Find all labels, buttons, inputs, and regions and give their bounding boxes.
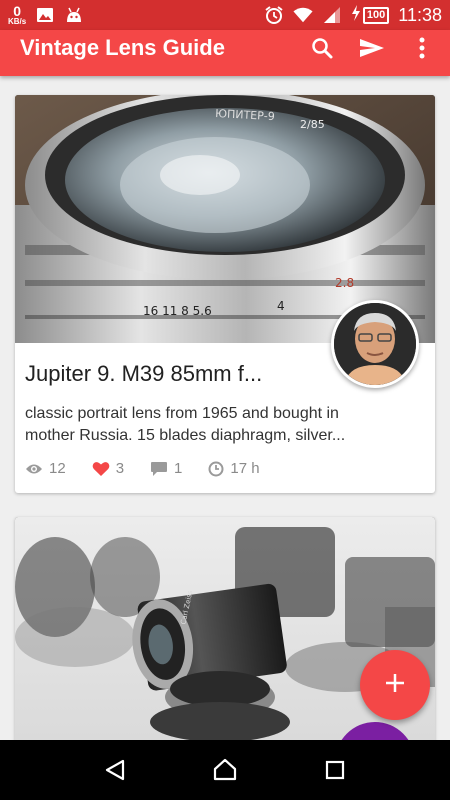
post-description-line: classic portrait lens from 1965 and boug… bbox=[25, 405, 339, 422]
search-icon[interactable] bbox=[308, 34, 336, 62]
app-bar: Vintage Lens Guide bbox=[0, 30, 450, 76]
home-icon[interactable] bbox=[205, 750, 245, 790]
post-title[interactable]: Jupiter 9. M39 85mm f... bbox=[25, 361, 325, 387]
status-left: 0 KB/s bbox=[8, 4, 84, 26]
views-stat: 12 bbox=[25, 460, 66, 477]
app-title: Vintage Lens Guide bbox=[20, 35, 225, 60]
network-speed: 0 KB/s bbox=[8, 4, 26, 26]
send-icon[interactable] bbox=[358, 34, 386, 62]
screen: 0 KB/s 100 11:38 Vintage Lens Guide ЮПИТ… bbox=[0, 0, 450, 800]
post-description: classic portrait lens from 1965 and boug… bbox=[25, 403, 427, 447]
status-bar: 0 KB/s 100 11:38 bbox=[0, 0, 450, 30]
charging-icon bbox=[351, 4, 361, 26]
eye-icon bbox=[25, 463, 43, 475]
likes-count: 3 bbox=[115, 460, 125, 477]
views-count: 12 bbox=[49, 460, 66, 477]
post-description-line: mother Russia. 15 blades diaphragm, silv… bbox=[25, 427, 346, 444]
clock-icon bbox=[208, 461, 224, 477]
likes-stat[interactable]: 3 bbox=[92, 460, 124, 477]
system-nav-bar bbox=[0, 740, 450, 800]
image-icon bbox=[35, 5, 55, 25]
post-stats: 12 3 1 17 h bbox=[25, 460, 286, 477]
battery-indicator: 100 bbox=[351, 4, 390, 26]
heart-icon[interactable] bbox=[92, 461, 110, 477]
comments-stat[interactable]: 1 bbox=[150, 460, 182, 477]
post-age: 17 h bbox=[230, 460, 260, 477]
wifi-icon bbox=[293, 5, 313, 25]
net-speed-value: 0 bbox=[13, 3, 22, 19]
lens-engraving-four: 4 bbox=[277, 299, 285, 313]
lens-engraving-twoeight: 2.8 bbox=[335, 276, 354, 290]
comment-icon[interactable] bbox=[150, 461, 168, 477]
signal-icon bbox=[322, 5, 342, 25]
author-avatar[interactable] bbox=[331, 300, 419, 388]
status-right: 100 11:38 bbox=[264, 4, 442, 26]
post-card[interactable]: ЮПИТЕР-9 2/85 16 11 8 5.6 4 2.8 Jupiter … bbox=[15, 95, 435, 493]
more-vert-icon[interactable] bbox=[408, 34, 436, 62]
clock: 11:38 bbox=[398, 4, 442, 25]
android-icon bbox=[64, 5, 84, 25]
recents-icon[interactable] bbox=[315, 750, 355, 790]
back-icon[interactable] bbox=[95, 750, 135, 790]
age-stat: 17 h bbox=[208, 460, 260, 477]
comments-count: 1 bbox=[174, 460, 183, 477]
plus-icon bbox=[385, 673, 405, 698]
lens-engraving-scale: 16 11 8 5.6 bbox=[143, 304, 212, 318]
alarm-icon bbox=[264, 5, 284, 25]
battery-level: 100 bbox=[362, 6, 390, 24]
lens-engraving-aperture: 2/85 bbox=[300, 118, 325, 131]
add-post-button[interactable] bbox=[360, 650, 430, 720]
app-bar-actions bbox=[308, 34, 450, 62]
net-speed-unit: KB/s bbox=[8, 17, 27, 26]
